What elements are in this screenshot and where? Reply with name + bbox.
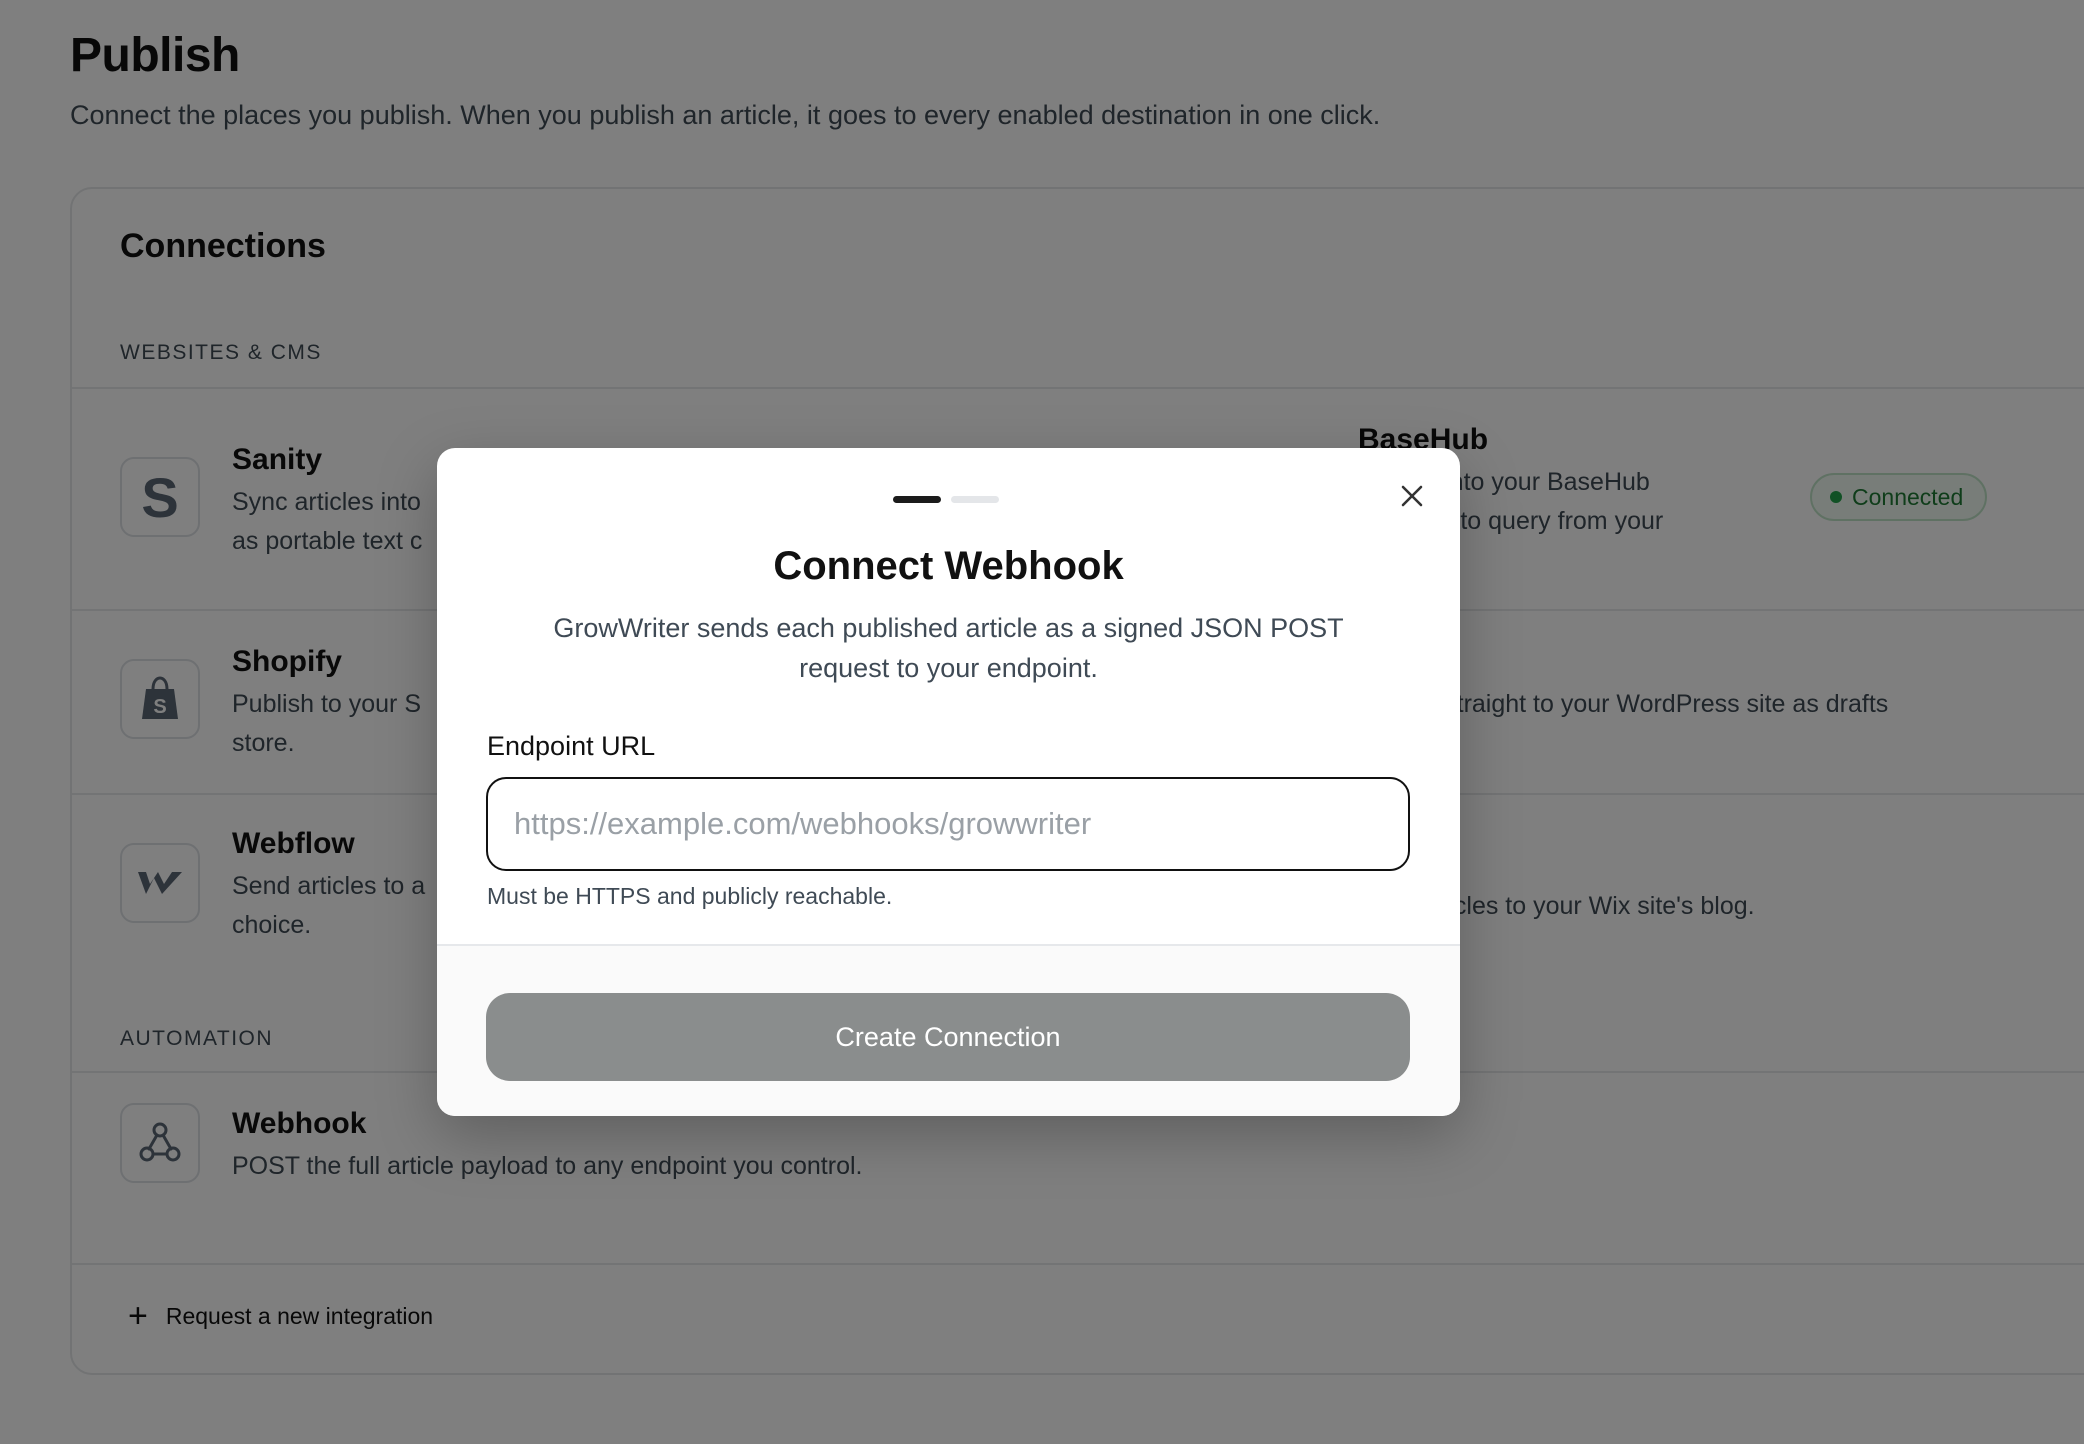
step-1: [893, 496, 941, 503]
step-2: [951, 496, 999, 503]
connect-webhook-modal: Connect Webhook GrowWriter sends each pu…: [437, 448, 1460, 1116]
modal-description: GrowWriter sends each published article …: [553, 613, 1344, 683]
endpoint-url-input[interactable]: [486, 777, 1410, 871]
step-indicator: [893, 496, 999, 503]
close-icon: [1401, 485, 1423, 507]
create-connection-button[interactable]: Create Connection: [486, 993, 1410, 1081]
endpoint-url-help: Must be HTTPS and publicly reachable.: [487, 883, 893, 909]
endpoint-url-label: Endpoint URL: [487, 731, 656, 761]
close-button[interactable]: [1397, 481, 1427, 511]
modal-title: Connect Webhook: [773, 544, 1124, 588]
modal-footer: Create Connection: [437, 944, 1460, 1116]
